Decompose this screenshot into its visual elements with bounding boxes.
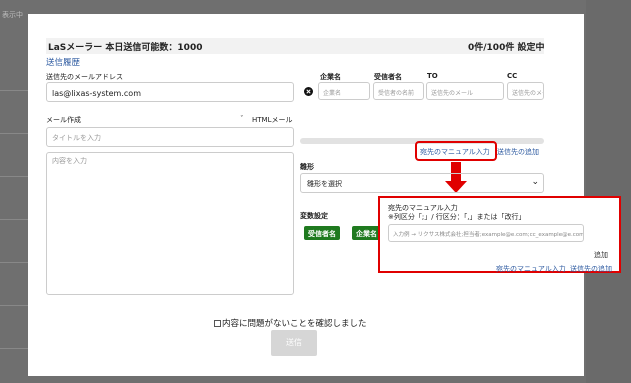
email-label: 送信先のメールアドレス — [46, 73, 123, 81]
remove-row-icon[interactable] — [304, 87, 313, 96]
background-label: 表示中 — [2, 11, 23, 19]
manual-input-popup: 宛先のマニュアル入力 ※列区分「;」/ 行区分：「,」または「改行」 入力例 →… — [378, 196, 621, 273]
background-divider — [0, 219, 28, 220]
highlight-box — [415, 141, 497, 161]
html-mail-label[interactable]: HTMLメール — [252, 115, 292, 125]
send-history-link[interactable]: 送信履歴 — [46, 56, 80, 68]
chevron-down-icon[interactable]: ˇ — [240, 115, 244, 123]
template-select-value: 雛形を選択 — [307, 180, 342, 188]
template-label: 雛形 — [300, 163, 314, 171]
column-cc: CC — [507, 72, 518, 80]
confirm-checkbox[interactable] — [214, 320, 221, 327]
recipient-name-input[interactable]: 受信者の名前 — [373, 82, 424, 100]
popup-bottom-links: 宛先のマニュアル入力 送信先の追加 — [496, 264, 612, 274]
variable-tag-company[interactable]: 企業名 — [352, 226, 381, 240]
send-button[interactable]: 送信 — [271, 330, 317, 356]
recipient-count: 0件/100件 設定中 — [468, 43, 545, 53]
variables-label: 変数設定 — [300, 212, 328, 220]
background-divider — [0, 90, 28, 91]
background-divider — [0, 133, 28, 134]
column-company: 企業名 — [320, 73, 341, 81]
popup-add-button[interactable]: 追加 — [594, 250, 608, 260]
popup-title: 宛先のマニュアル入力 ※列区分「;」/ 行区分：「,」または「改行」 — [388, 204, 526, 222]
column-recipient: 受信者名 — [374, 73, 402, 81]
add-recipient-link[interactable]: 送信先の追加 — [497, 147, 539, 157]
to-email-input[interactable]: 送信先のメール — [426, 82, 504, 100]
body-textarea[interactable]: 内容を入力 — [46, 152, 294, 295]
background-divider — [0, 176, 28, 177]
confirm-label: 内容に問題がないことを確認しました — [222, 319, 367, 329]
cc-email-input[interactable]: 送信先のメー — [507, 82, 544, 100]
manual-input-field[interactable]: 入力例 → リクサス株式会社;担当者;example@e.com;cc_exam… — [388, 224, 584, 242]
email-field[interactable]: las@lixas-system.com — [46, 82, 294, 102]
popup-title-line1: 宛先のマニュアル入力 — [388, 204, 458, 212]
company-input[interactable]: 企業名 — [318, 82, 370, 100]
background-divider — [0, 305, 28, 306]
background-right-panel — [586, 0, 631, 383]
column-to: TO — [427, 72, 438, 80]
background-divider — [0, 348, 28, 349]
background-divider — [0, 262, 28, 263]
chevron-down-icon: ⌄ — [531, 177, 539, 187]
popup-title-line2: ※列区分「;」/ 行区分：「,」または「改行」 — [388, 213, 526, 221]
popup-manual-input-link[interactable]: 宛先のマニュアル入力 — [496, 265, 566, 273]
compose-label: メール作成 — [46, 116, 81, 124]
variable-tag-recipient[interactable]: 受信者名 — [304, 226, 340, 240]
confirm-row[interactable]: 内容に問題がないことを確認しました — [214, 317, 367, 329]
page-title: LaSメーラー 本日送信可能数：1000 — [48, 43, 203, 53]
template-select[interactable]: 雛形を選択 ⌄ — [300, 173, 544, 193]
title-input[interactable]: タイトルを入力 — [46, 127, 294, 147]
popup-add-recipient-link[interactable]: 送信先の追加 — [570, 265, 612, 273]
